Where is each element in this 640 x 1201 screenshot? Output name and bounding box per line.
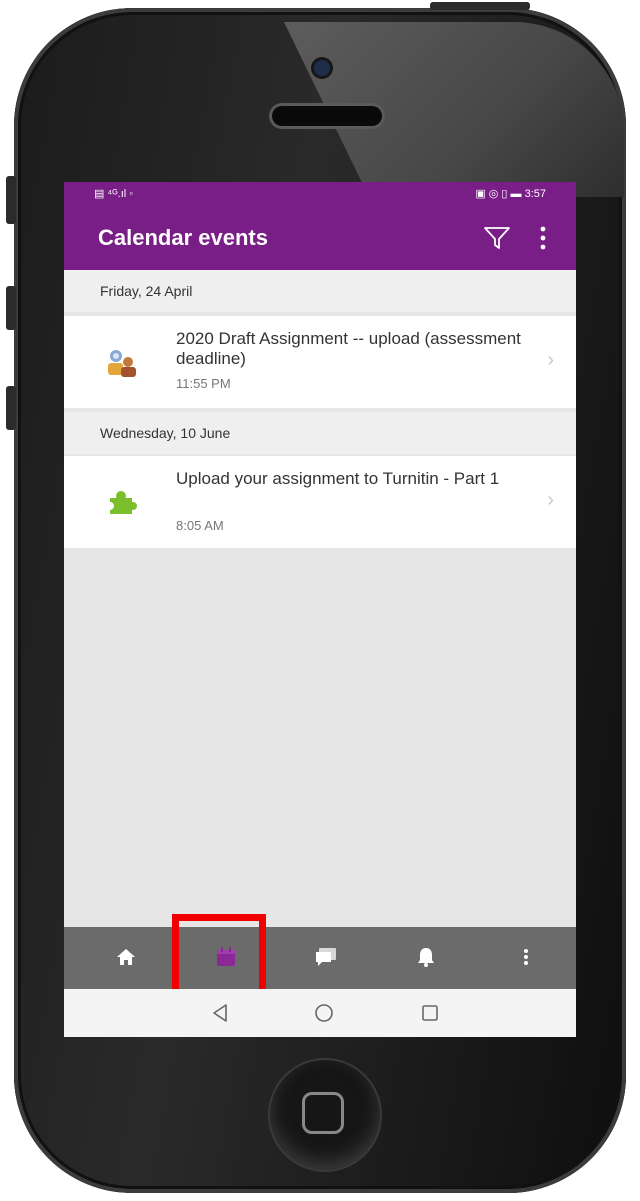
- home-button-square: [302, 1092, 344, 1134]
- power-button: [430, 2, 530, 10]
- event-title: 2020 Draft Assignment -- upload (assessm…: [176, 329, 521, 368]
- phone-home-button: [270, 1060, 380, 1170]
- group-assessment-icon: [108, 350, 136, 377]
- notifications-icon: [418, 948, 434, 967]
- day-header: Friday, 24 April: [64, 270, 576, 312]
- status-left: ▤ ⁴ᴳ.ıl ◦: [94, 188, 134, 200]
- phone-screen: ▤ ⁴ᴳ.ıl ◦ ▣ ◎ ▯ ▬ 3:57 Calendar events F…: [64, 182, 576, 1037]
- tab-notifications[interactable]: [396, 927, 456, 989]
- app-bar: Calendar events: [64, 206, 576, 270]
- highlight-box: [172, 914, 266, 998]
- event-time: 8:05 AM: [176, 518, 224, 533]
- volume-up-button: [6, 286, 16, 330]
- event-title: Upload your assignment to Turnitin - Par…: [176, 469, 500, 488]
- filter-icon[interactable]: [483, 224, 511, 252]
- day-header-label: Friday, 24 April: [100, 283, 193, 299]
- tab-more[interactable]: [496, 927, 556, 989]
- system-navigation-bar: [64, 989, 576, 1037]
- home-circle-icon[interactable]: [310, 999, 338, 1027]
- volume-down-button: [6, 386, 16, 430]
- front-camera: [314, 60, 330, 76]
- back-icon[interactable]: [206, 999, 234, 1027]
- more-vertical-icon[interactable]: [538, 225, 548, 251]
- event-time: 11:55 PM: [176, 376, 231, 391]
- bottom-tab-bar: [64, 927, 576, 989]
- page-title: Calendar events: [98, 225, 268, 250]
- event-item[interactable]: 2020 Draft Assignment -- upload (assessm…: [64, 316, 576, 408]
- chevron-right-icon: ›: [547, 489, 554, 511]
- chevron-right-icon: ›: [547, 349, 554, 371]
- recents-icon[interactable]: [416, 999, 444, 1027]
- messages-icon: [316, 948, 336, 966]
- tab-messages[interactable]: [296, 927, 356, 989]
- tab-home[interactable]: [96, 927, 156, 989]
- earpiece-speaker: [272, 106, 382, 126]
- home-icon: [117, 949, 135, 965]
- status-bar: ▤ ⁴ᴳ.ıl ◦ ▣ ◎ ▯ ▬ 3:57: [64, 182, 576, 206]
- events-list: Friday, 24 April 2020 Draft Assignment -…: [64, 270, 576, 927]
- day-header: Wednesday, 10 June: [64, 412, 576, 454]
- puzzle-piece-icon: [106, 491, 137, 514]
- more-icon: [524, 949, 528, 965]
- event-item[interactable]: Upload your assignment to Turnitin - Par…: [64, 456, 576, 548]
- day-header-label: Wednesday, 10 June: [100, 425, 231, 441]
- mute-switch: [6, 176, 16, 224]
- status-right: ▣ ◎ ▯ ▬ 3:57: [475, 188, 546, 200]
